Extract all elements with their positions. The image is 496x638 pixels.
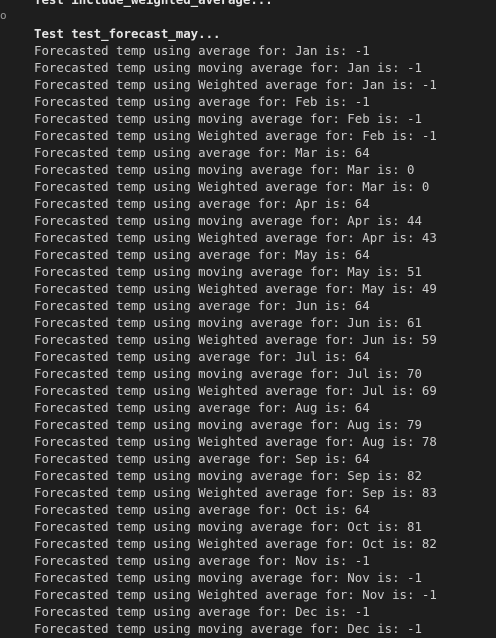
output-line: Forecasted temp using moving average for… (34, 519, 422, 534)
output-line: Forecasted temp using moving average for… (34, 366, 422, 381)
output-line: Forecasted temp using average for: Feb i… (34, 94, 370, 109)
output-line: Forecasted temp using average for: Apr i… (34, 196, 370, 211)
output-line: Forecasted temp using average for: Jun i… (34, 298, 370, 313)
terminal-lines: Test include_weighted_average... [ OK ] … (34, 0, 496, 637)
output-line: Forecasted temp using moving average for… (34, 60, 422, 75)
output-line: Forecasted temp using average for: Nov i… (34, 553, 370, 568)
output-line: Forecasted temp using moving average for… (34, 621, 422, 636)
output-line: Forecasted temp using moving average for… (34, 264, 422, 279)
terminal-output-panel[interactable]: o Test include_weighted_average... [ OK … (0, 0, 496, 638)
output-line: Forecasted temp using Weighted average f… (34, 77, 437, 92)
output-line: Forecasted temp using moving average for… (34, 111, 422, 126)
output-line: Forecasted temp using average for: Oct i… (34, 502, 370, 517)
output-line: Forecasted temp using Weighted average f… (34, 434, 437, 449)
output-line: Forecasted temp using moving average for… (34, 417, 422, 432)
output-line: Forecasted temp using Weighted average f… (34, 230, 437, 245)
output-line: Forecasted temp using average for: Aug i… (34, 400, 370, 415)
output-line: Forecasted temp using moving average for… (34, 468, 422, 483)
output-line: Forecasted temp using moving average for… (34, 162, 415, 177)
output-line: Forecasted temp using Weighted average f… (34, 383, 437, 398)
output-line: Forecasted temp using Weighted average f… (34, 128, 437, 143)
output-line: Forecasted temp using Weighted average f… (34, 587, 437, 602)
output-line: Forecasted temp using Weighted average f… (34, 332, 437, 347)
output-line: Forecasted temp using average for: Mar i… (34, 145, 370, 160)
output-line: Forecasted temp using average for: May i… (34, 247, 370, 262)
output-line: Forecasted temp using average for: Dec i… (34, 604, 370, 619)
output-line: Forecasted temp using Weighted average f… (34, 536, 437, 551)
output-line: Forecasted temp using average for: Jan i… (34, 43, 370, 58)
test-header-line: Test test_forecast_may... (34, 26, 221, 41)
output-line: Forecasted temp using moving average for… (34, 315, 422, 330)
output-line: Forecasted temp using moving average for… (34, 570, 422, 585)
output-line: Forecasted temp using Weighted average f… (34, 281, 437, 296)
output-line: Forecasted temp using average for: Jul i… (34, 349, 370, 364)
output-line: Forecasted temp using Weighted average f… (34, 485, 437, 500)
output-line: Forecasted temp using moving average for… (34, 213, 422, 228)
test-header-line: Test include_weighted_average... (34, 0, 496, 8)
output-line: Forecasted temp using average for: Sep i… (34, 451, 370, 466)
output-line: Forecasted temp using Weighted average f… (34, 179, 430, 194)
test-status-line: [ OK ] (34, 8, 496, 25)
terminal-gutter: o (0, 0, 10, 638)
gutter-marker: o (0, 9, 7, 22)
